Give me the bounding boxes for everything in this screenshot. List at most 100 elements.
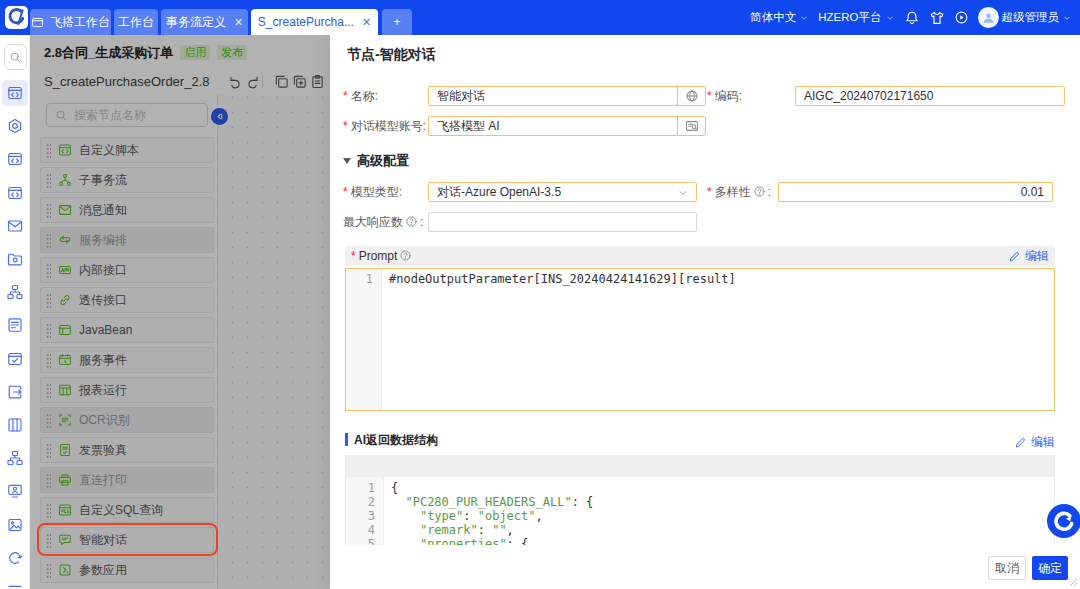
confirm-button[interactable]: 确定	[1032, 556, 1068, 580]
language-switcher[interactable]: 简体中文	[750, 10, 809, 25]
model-type-select[interactable]: 对话-Azure OpenAI-3.5	[428, 182, 697, 202]
rail-item-swirl[interactable]	[2, 545, 28, 571]
highlight-red-border	[37, 523, 218, 556]
ai-editor-toolbar-strip	[346, 455, 1054, 477]
question-icon	[753, 185, 766, 198]
chevron-down-icon	[677, 187, 689, 199]
help-icon[interactable]	[753, 185, 766, 198]
chevron-down-icon	[799, 13, 809, 23]
code-line: "type": "object",	[391, 509, 1054, 523]
rail-item-window-code[interactable]	[2, 180, 28, 206]
rail-item-orgchart[interactable]	[2, 279, 28, 305]
mail-x-icon	[7, 218, 23, 234]
model-account-input[interactable]: 飞搭模型 AI	[428, 116, 678, 136]
tab-3[interactable]: S_createPurcha... ✕	[251, 9, 378, 35]
ai-schema-edit-link[interactable]: 编辑	[1014, 434, 1055, 451]
max-responses-input[interactable]	[428, 212, 697, 232]
help-icon[interactable]	[399, 249, 412, 262]
prompt-code-editor[interactable]: 1 #nodeOutputParameter[INS_2024042414162…	[345, 268, 1055, 411]
chevron-down-icon	[885, 13, 895, 23]
prompt-code: #nodeOutputParameter[INS_20240424141629]…	[382, 269, 1054, 410]
caret-icon	[799, 13, 809, 23]
pencil-icon	[1014, 436, 1027, 449]
name-globe-suffix[interactable]	[677, 86, 706, 106]
app-logo-icon[interactable]	[5, 6, 28, 29]
orgchart-icon	[7, 284, 23, 300]
tab-2[interactable]: 事务流定义 ✕	[161, 9, 248, 35]
required-asterisk: *	[351, 249, 356, 263]
rail-search-icon[interactable]	[4, 44, 27, 70]
market-shirt-icon[interactable]	[929, 10, 945, 26]
bell-icon	[904, 10, 920, 26]
rail-item-window-code[interactable]	[2, 80, 28, 106]
resize-handle-icon[interactable]	[1069, 578, 1078, 587]
flow-designer-region: 2.8合同_生成采购订单 启用发布 S_createPurchaseOrder_…	[30, 35, 330, 589]
topbar-right-cluster: 简体中文 HZERO平台 超级管理员	[750, 0, 1072, 35]
window-code-icon	[7, 185, 23, 201]
import-icon	[7, 384, 23, 400]
tab-1[interactable]: 工作台	[114, 9, 158, 35]
rail-item-hexagon[interactable]	[2, 113, 28, 139]
model-account-lov-suffix[interactable]	[677, 116, 706, 136]
swirl-icon	[7, 550, 23, 566]
diversity-input[interactable]: 0.01	[778, 182, 1053, 202]
code-input[interactable]: AIGC_20240702171650	[795, 86, 1065, 106]
help-icon[interactable]	[405, 215, 418, 228]
winmini-icon	[31, 16, 44, 29]
user-menu[interactable]: 超级管理员	[978, 7, 1073, 28]
code-field-label: *编码:	[707, 86, 742, 106]
tab-label: S_createPurcha...	[258, 15, 354, 29]
shirt-icon	[929, 10, 945, 26]
indent-icon	[7, 583, 23, 589]
notification-bell-icon[interactable]	[904, 10, 920, 26]
tab-label: 工作台	[118, 14, 154, 31]
prompt-edit-link[interactable]: 编辑	[1008, 246, 1049, 266]
diversity-label: *多样性:	[707, 182, 771, 202]
rail-item-folder[interactable]	[2, 246, 28, 272]
rail-item-mail-x[interactable]	[2, 213, 28, 239]
rail-item-image[interactable]	[2, 512, 28, 538]
window-check-icon	[7, 351, 23, 367]
tab-label: 飞搭工作台	[50, 14, 110, 31]
left-icon-rail	[0, 35, 30, 589]
rail-item-indent[interactable]	[2, 578, 28, 589]
rail-item-form[interactable]	[2, 312, 28, 338]
tab-0[interactable]: 飞搭工作台	[30, 9, 111, 35]
rail-item-columns[interactable]	[2, 412, 28, 438]
node-config-drawer: 节点-智能对话 *名称: 智能对话 *编码: AIGC_202407021716…	[330, 35, 1080, 589]
advanced-section-header[interactable]: 高级配置	[343, 152, 409, 170]
ai-schema-code-editor[interactable]: 12345 { "PC280_PUR_HEADERS_ALL": { "type…	[345, 455, 1055, 545]
tab-close-icon[interactable]: ✕	[362, 16, 371, 29]
tab-label: 事务流定义	[166, 14, 226, 31]
image-icon	[7, 517, 23, 533]
tab-close-icon[interactable]: ✕	[234, 16, 243, 29]
max-responses-label: 最大响应数:	[343, 212, 423, 232]
assistant-float-button[interactable]	[1047, 504, 1080, 538]
rail-item-orgchart[interactable]	[2, 445, 28, 471]
new-tab-button[interactable]: +	[382, 9, 412, 35]
tenant-switcher[interactable]: HZERO平台	[818, 10, 894, 25]
model-type-label: *模型类型:	[343, 182, 402, 202]
rail-item-monitor-user[interactable]	[2, 478, 28, 504]
window-code-icon	[7, 85, 23, 101]
rail-item-import[interactable]	[2, 379, 28, 405]
required-asterisk: *	[343, 119, 348, 133]
guide-play-icon[interactable]	[954, 10, 969, 25]
cancel-button[interactable]: 取消	[988, 556, 1026, 580]
columns-icon	[7, 417, 23, 433]
name-input[interactable]: 智能对话	[428, 86, 678, 106]
chevron-down-icon	[1062, 13, 1072, 23]
top-bar: 飞搭工作台工作台事务流定义 ✕ S_createPurcha... ✕ + 简体中文 H…	[0, 0, 1080, 35]
lov-icon	[685, 119, 699, 133]
person-icon	[981, 10, 996, 25]
code-line: "PC280_PUR_HEADERS_ALL": {	[391, 495, 1054, 509]
rail-item-window-code[interactable]	[2, 146, 28, 172]
prompt-label: *Prompt	[351, 246, 414, 266]
chevdn-icon	[677, 187, 689, 199]
rail-item-window-check[interactable]	[2, 346, 28, 372]
required-asterisk: *	[707, 89, 712, 103]
hexagon-icon	[7, 118, 23, 134]
ai-gutter: 12345	[346, 477, 384, 545]
code-line: {	[391, 481, 1054, 495]
model-account-label: *对话模型账号:	[343, 116, 426, 136]
